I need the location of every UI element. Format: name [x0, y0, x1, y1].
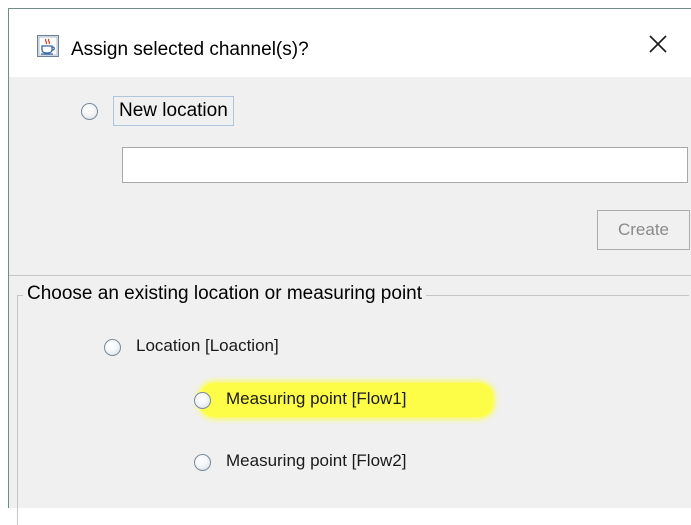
dialog-title: Assign selected channel(s)? — [71, 39, 309, 60]
new-location-name-input[interactable] — [122, 147, 688, 183]
dialog-window: Assign selected channel(s)? New location… — [8, 8, 691, 525]
measuring-point-flow1-radio[interactable] — [194, 392, 211, 409]
measuring-point-flow2-label[interactable]: Measuring point [Flow2] — [226, 451, 406, 471]
existing-location-group-title: Choose an existing location or measuring… — [23, 283, 427, 305]
new-location-panel: New location Create — [9, 77, 691, 276]
close-icon — [649, 34, 667, 58]
new-location-label[interactable]: New location — [113, 96, 234, 126]
java-cup-icon — [37, 35, 59, 57]
title-bar[interactable]: Assign selected channel(s)? — [9, 9, 691, 77]
new-location-radio[interactable] — [81, 103, 98, 120]
create-button[interactable]: Create — [597, 210, 690, 250]
location-radio[interactable] — [104, 339, 121, 356]
close-button[interactable] — [643, 31, 673, 61]
measuring-point-flow1-label[interactable]: Measuring point [Flow1] — [226, 389, 406, 409]
measuring-point-flow2-radio[interactable] — [194, 454, 211, 471]
location-option-label[interactable]: Location [Loaction] — [136, 336, 279, 356]
